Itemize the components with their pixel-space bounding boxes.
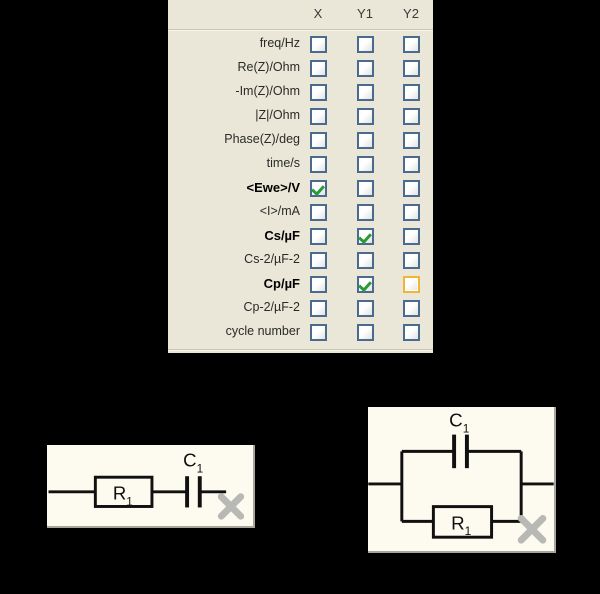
checkbox-x[interactable] [310, 60, 327, 77]
checkbox-y2[interactable] [403, 252, 420, 269]
variable-row: freq/Hz [168, 33, 433, 57]
checkbox-y1[interactable] [357, 228, 374, 245]
close-x-icon[interactable] [217, 493, 245, 520]
column-header-row: X Y1 Y2 [168, 0, 433, 30]
column-header-y1: Y1 [357, 6, 373, 21]
checkbox-x[interactable] [310, 36, 327, 53]
circuit-diagram-series[interactable]: R1 C1 [47, 445, 255, 528]
checkbox-y2[interactable] [403, 228, 420, 245]
checkbox-x[interactable] [310, 276, 327, 293]
variable-row: Cs/µF [168, 225, 433, 249]
variable-label: Cs/µF [264, 228, 300, 243]
variable-label: Phase(Z)/deg [224, 132, 300, 146]
variable-label: Cs-2/µF-2 [244, 252, 300, 266]
checkbox-y1[interactable] [357, 252, 374, 269]
variable-rows: freq/Hz Re(Z)/Ohm -Im(Z)/Ohm |Z|/Ohm Phase(Z… [168, 33, 433, 345]
checkbox-y1[interactable] [357, 180, 374, 197]
variable-label: -Im(Z)/Ohm [235, 84, 300, 98]
checkbox-y1[interactable] [357, 132, 374, 149]
variable-row: Cp/µF [168, 273, 433, 297]
checkbox-y2[interactable] [403, 180, 420, 197]
variable-row: |Z|/Ohm [168, 105, 433, 129]
header-divider [168, 29, 433, 31]
checkbox-y2[interactable] [403, 36, 420, 53]
parallel-capacitor-label: C1 [449, 410, 469, 436]
variable-row: <Ewe>/V [168, 177, 433, 201]
checkbox-y2[interactable] [403, 84, 420, 101]
checkbox-x[interactable] [310, 300, 327, 317]
checkbox-y1[interactable] [357, 84, 374, 101]
variable-row: cycle number [168, 321, 433, 345]
checkbox-y2[interactable] [403, 156, 420, 173]
checkbox-y1[interactable] [357, 276, 374, 293]
variable-label: <Ewe>/V [246, 180, 300, 195]
variable-row: time/s [168, 153, 433, 177]
variable-label: <I>/mA [259, 204, 300, 218]
checkbox-x[interactable] [310, 132, 327, 149]
checkbox-y1[interactable] [357, 36, 374, 53]
checkbox-x[interactable] [310, 156, 327, 173]
footer-divider [168, 349, 433, 351]
checkbox-x[interactable] [310, 108, 327, 125]
checkbox-x[interactable] [310, 204, 327, 221]
series-capacitor-label: C1 [183, 449, 203, 475]
variable-row: Phase(Z)/deg [168, 129, 433, 153]
checkbox-y2[interactable] [403, 276, 420, 293]
variable-row: Cs-2/µF-2 [168, 249, 433, 273]
variable-label: Re(Z)/Ohm [237, 60, 301, 74]
variable-row: Re(Z)/Ohm [168, 57, 433, 81]
variable-label: Cp/µF [263, 276, 300, 291]
checkbox-y1[interactable] [357, 156, 374, 173]
checkbox-x[interactable] [310, 252, 327, 269]
checkbox-y2[interactable] [403, 132, 420, 149]
checkbox-y2[interactable] [403, 324, 420, 341]
close-x-icon[interactable] [517, 515, 547, 544]
variable-selection-panel: X Y1 Y2 freq/Hz Re(Z)/Ohm -Im(Z)/Ohm |Z|/Oh… [168, 0, 433, 353]
column-header-y2: Y2 [403, 6, 419, 21]
checkbox-y1[interactable] [357, 300, 374, 317]
variable-label: |Z|/Ohm [255, 108, 300, 122]
circuit-diagram-parallel[interactable]: C1 R1 [368, 407, 556, 553]
checkbox-x[interactable] [310, 228, 327, 245]
checkbox-y1[interactable] [357, 60, 374, 77]
variable-label: Cp-2/µF-2 [243, 300, 300, 314]
column-header-x: X [313, 6, 323, 21]
checkbox-x[interactable] [310, 84, 327, 101]
variable-label: freq/Hz [259, 36, 300, 50]
variable-label: cycle number [225, 324, 300, 338]
checkbox-y1[interactable] [357, 204, 374, 221]
checkbox-y2[interactable] [403, 108, 420, 125]
checkbox-y1[interactable] [357, 108, 374, 125]
variable-row: <I>/mA [168, 201, 433, 225]
checkbox-y1[interactable] [357, 324, 374, 341]
checkbox-y2[interactable] [403, 300, 420, 317]
variable-row: -Im(Z)/Ohm [168, 81, 433, 105]
checkbox-y2[interactable] [403, 204, 420, 221]
variable-row: Cp-2/µF-2 [168, 297, 433, 321]
checkbox-x[interactable] [310, 324, 327, 341]
checkbox-x[interactable] [310, 180, 327, 197]
variable-label: time/s [266, 156, 300, 170]
checkbox-y2[interactable] [403, 60, 420, 77]
